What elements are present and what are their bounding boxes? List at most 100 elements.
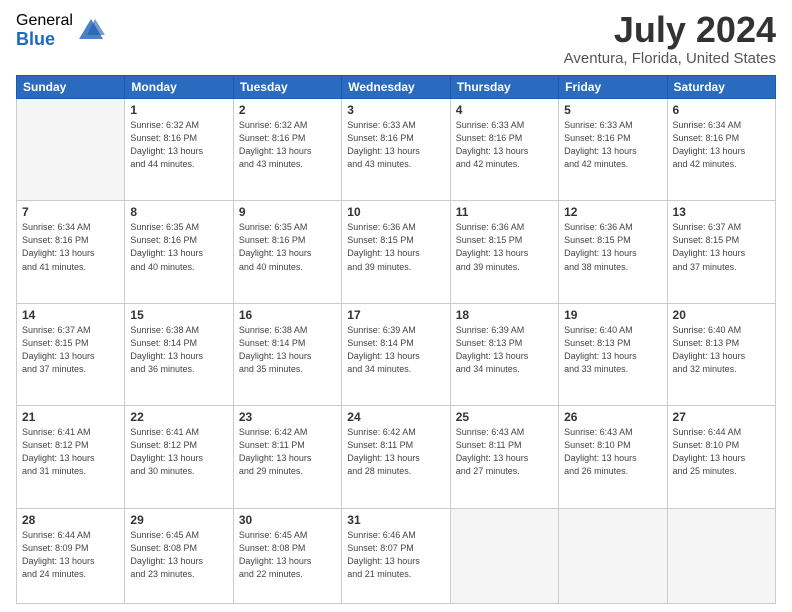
week-row-1: 1 Sunrise: 6:32 AM Sunset: 8:16 PM Daylig… bbox=[17, 99, 776, 201]
calendar-cell: 14 Sunrise: 6:37 AM Sunset: 8:15 PM Dayli… bbox=[17, 303, 125, 405]
calendar-cell: 16 Sunrise: 6:38 AM Sunset: 8:14 PM Dayli… bbox=[233, 303, 341, 405]
calendar-cell: 10 Sunrise: 6:36 AM Sunset: 8:15 PM Dayli… bbox=[342, 201, 450, 303]
logo-blue: Blue bbox=[16, 30, 73, 50]
day-info: Sunrise: 6:41 AM Sunset: 8:12 PM Dayligh… bbox=[22, 426, 119, 478]
day-number: 3 bbox=[347, 103, 444, 117]
calendar-cell: 28Sunrise: 6:44 AM Sunset: 8:09 PM Dayli… bbox=[17, 508, 125, 603]
calendar-cell bbox=[559, 508, 667, 603]
day-number: 1 bbox=[130, 103, 227, 117]
day-info: Sunrise: 6:42 AM Sunset: 8:11 PM Dayligh… bbox=[347, 426, 444, 478]
calendar-cell: 29Sunrise: 6:45 AM Sunset: 8:08 PM Dayli… bbox=[125, 508, 233, 603]
calendar-cell: 22 Sunrise: 6:41 AM Sunset: 8:12 PM Dayli… bbox=[125, 406, 233, 508]
day-info: Sunrise: 6:33 AM Sunset: 8:16 PM Dayligh… bbox=[456, 119, 553, 171]
day-number: 4 bbox=[456, 103, 553, 117]
week-row-2: 7Sunrise: 6:34 AM Sunset: 8:16 PM Daylig… bbox=[17, 201, 776, 303]
day-info: Sunrise: 6:44 AM Sunset: 8:10 PM Dayligh… bbox=[673, 426, 770, 478]
calendar-cell: 18 Sunrise: 6:39 AM Sunset: 8:13 PM Dayli… bbox=[450, 303, 558, 405]
day-number: 25 bbox=[456, 410, 553, 424]
calendar-cell: 24 Sunrise: 6:42 AM Sunset: 8:11 PM Dayli… bbox=[342, 406, 450, 508]
week-row-3: 14 Sunrise: 6:37 AM Sunset: 8:15 PM Dayli… bbox=[17, 303, 776, 405]
day-info: Sunrise: 6:41 AM Sunset: 8:12 PM Dayligh… bbox=[130, 426, 227, 478]
day-info: Sunrise: 6:42 AM Sunset: 8:11 PM Dayligh… bbox=[239, 426, 336, 478]
day-number: 26 bbox=[564, 410, 661, 424]
day-number: 10 bbox=[347, 205, 444, 219]
day-info: Sunrise: 6:36 AM Sunset: 8:15 PM Dayligh… bbox=[347, 221, 444, 273]
title-section: July 2024 Aventura, Florida, United Stat… bbox=[564, 12, 776, 67]
day-info: Sunrise: 6:43 AM Sunset: 8:10 PM Dayligh… bbox=[564, 426, 661, 478]
day-info: Sunrise: 6:33 AM Sunset: 8:16 PM Dayligh… bbox=[347, 119, 444, 171]
day-info: Sunrise: 6:35 AM Sunset: 8:16 PM Dayligh… bbox=[239, 221, 336, 273]
day-info: Sunrise: 6:34 AM Sunset: 8:16 PM Dayligh… bbox=[22, 221, 119, 273]
calendar-cell: 26 Sunrise: 6:43 AM Sunset: 8:10 PM Dayli… bbox=[559, 406, 667, 508]
day-number: 6 bbox=[673, 103, 770, 117]
day-number: 13 bbox=[673, 205, 770, 219]
calendar-header-row: SundayMondayTuesdayWednesdayThursdayFrid… bbox=[17, 76, 776, 99]
calendar-cell: 15 Sunrise: 6:38 AM Sunset: 8:14 PM Dayli… bbox=[125, 303, 233, 405]
calendar-cell: 20 Sunrise: 6:40 AM Sunset: 8:13 PM Dayli… bbox=[667, 303, 775, 405]
calendar-cell: 2 Sunrise: 6:32 AM Sunset: 8:16 PM Daylig… bbox=[233, 99, 341, 201]
calendar-cell bbox=[17, 99, 125, 201]
subtitle: Aventura, Florida, United States bbox=[564, 50, 776, 67]
week-row-4: 21 Sunrise: 6:41 AM Sunset: 8:12 PM Dayli… bbox=[17, 406, 776, 508]
day-number: 30 bbox=[239, 513, 336, 527]
day-number: 14 bbox=[22, 308, 119, 322]
day-info: Sunrise: 6:36 AM Sunset: 8:15 PM Dayligh… bbox=[456, 221, 553, 273]
day-number: 9 bbox=[239, 205, 336, 219]
day-number: 22 bbox=[130, 410, 227, 424]
day-number: 2 bbox=[239, 103, 336, 117]
calendar-cell: 3 Sunrise: 6:33 AM Sunset: 8:16 PM Daylig… bbox=[342, 99, 450, 201]
day-info: Sunrise: 6:34 AM Sunset: 8:16 PM Dayligh… bbox=[673, 119, 770, 171]
calendar-cell: 12 Sunrise: 6:36 AM Sunset: 8:15 PM Dayli… bbox=[559, 201, 667, 303]
day-number: 27 bbox=[673, 410, 770, 424]
day-info: Sunrise: 6:36 AM Sunset: 8:15 PM Dayligh… bbox=[564, 221, 661, 273]
day-number: 29 bbox=[130, 513, 227, 527]
day-number: 17 bbox=[347, 308, 444, 322]
day-number: 15 bbox=[130, 308, 227, 322]
day-number: 8 bbox=[130, 205, 227, 219]
calendar-cell: 11Sunrise: 6:36 AM Sunset: 8:15 PM Dayli… bbox=[450, 201, 558, 303]
calendar-cell: 8 Sunrise: 6:35 AM Sunset: 8:16 PM Daylig… bbox=[125, 201, 233, 303]
day-number: 19 bbox=[564, 308, 661, 322]
day-number: 24 bbox=[347, 410, 444, 424]
main-title: July 2024 bbox=[564, 12, 776, 48]
day-info: Sunrise: 6:33 AM Sunset: 8:16 PM Dayligh… bbox=[564, 119, 661, 171]
day-info: Sunrise: 6:43 AM Sunset: 8:11 PM Dayligh… bbox=[456, 426, 553, 478]
day-info: Sunrise: 6:35 AM Sunset: 8:16 PM Dayligh… bbox=[130, 221, 227, 273]
calendar-cell: 31Sunrise: 6:46 AM Sunset: 8:07 PM Dayli… bbox=[342, 508, 450, 603]
calendar-cell: 25 Sunrise: 6:43 AM Sunset: 8:11 PM Dayli… bbox=[450, 406, 558, 508]
calendar-header-wednesday: Wednesday bbox=[342, 76, 450, 99]
calendar-cell: 7Sunrise: 6:34 AM Sunset: 8:16 PM Daylig… bbox=[17, 201, 125, 303]
calendar-cell: 1 Sunrise: 6:32 AM Sunset: 8:16 PM Daylig… bbox=[125, 99, 233, 201]
calendar-header-saturday: Saturday bbox=[667, 76, 775, 99]
calendar-header-tuesday: Tuesday bbox=[233, 76, 341, 99]
day-info: Sunrise: 6:39 AM Sunset: 8:14 PM Dayligh… bbox=[347, 324, 444, 376]
day-info: Sunrise: 6:32 AM Sunset: 8:16 PM Dayligh… bbox=[130, 119, 227, 171]
calendar-cell: 19 Sunrise: 6:40 AM Sunset: 8:13 PM Dayli… bbox=[559, 303, 667, 405]
day-number: 23 bbox=[239, 410, 336, 424]
day-number: 18 bbox=[456, 308, 553, 322]
calendar-header-sunday: Sunday bbox=[17, 76, 125, 99]
calendar-cell: 27 Sunrise: 6:44 AM Sunset: 8:10 PM Dayli… bbox=[667, 406, 775, 508]
day-info: Sunrise: 6:38 AM Sunset: 8:14 PM Dayligh… bbox=[239, 324, 336, 376]
calendar-cell: 9 Sunrise: 6:35 AM Sunset: 8:16 PM Daylig… bbox=[233, 201, 341, 303]
calendar-cell: 4 Sunrise: 6:33 AM Sunset: 8:16 PM Daylig… bbox=[450, 99, 558, 201]
day-info: Sunrise: 6:39 AM Sunset: 8:13 PM Dayligh… bbox=[456, 324, 553, 376]
day-number: 21 bbox=[22, 410, 119, 424]
day-info: Sunrise: 6:32 AM Sunset: 8:16 PM Dayligh… bbox=[239, 119, 336, 171]
header: General Blue July 2024 Aventura, Florida… bbox=[16, 12, 776, 67]
day-info: Sunrise: 6:37 AM Sunset: 8:15 PM Dayligh… bbox=[22, 324, 119, 376]
day-info: Sunrise: 6:40 AM Sunset: 8:13 PM Dayligh… bbox=[673, 324, 770, 376]
calendar-table: SundayMondayTuesdayWednesdayThursdayFrid… bbox=[16, 75, 776, 604]
day-number: 12 bbox=[564, 205, 661, 219]
calendar-cell bbox=[667, 508, 775, 603]
logo: General Blue bbox=[16, 12, 105, 49]
day-info: Sunrise: 6:38 AM Sunset: 8:14 PM Dayligh… bbox=[130, 324, 227, 376]
calendar-cell: 21 Sunrise: 6:41 AM Sunset: 8:12 PM Dayli… bbox=[17, 406, 125, 508]
day-info: Sunrise: 6:37 AM Sunset: 8:15 PM Dayligh… bbox=[673, 221, 770, 273]
day-number: 16 bbox=[239, 308, 336, 322]
day-number: 31 bbox=[347, 513, 444, 527]
calendar-header-monday: Monday bbox=[125, 76, 233, 99]
day-number: 5 bbox=[564, 103, 661, 117]
day-info: Sunrise: 6:40 AM Sunset: 8:13 PM Dayligh… bbox=[564, 324, 661, 376]
day-number: 20 bbox=[673, 308, 770, 322]
